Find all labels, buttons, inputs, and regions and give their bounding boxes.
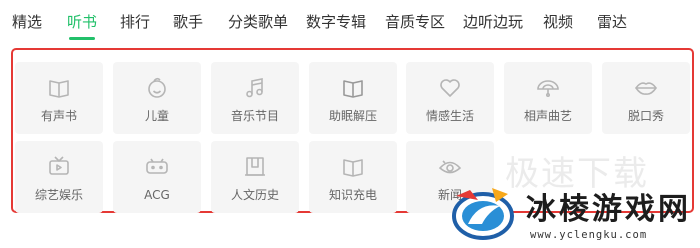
category-tile[interactable]: 情感生活 [406, 62, 494, 134]
gamepad-icon [145, 155, 169, 179]
watermark-logo [448, 184, 518, 244]
category-label: 相声曲艺 [523, 109, 572, 123]
category-tile[interactable]: ACG [113, 141, 201, 213]
watermark-brand-name: 冰棱游戏网 [526, 192, 691, 227]
category-label: 脱口秀 [627, 109, 664, 123]
nav-item-jingxuan[interactable]: 精选 [12, 13, 42, 31]
category-tile[interactable]: 助眠解压 [309, 62, 397, 134]
tv-icon [47, 155, 71, 179]
active-tab-indicator [69, 37, 95, 40]
nav-item-leida[interactable]: 雷达 [597, 13, 627, 31]
book-icon [341, 155, 365, 179]
nav-item-shipin[interactable]: 视频 [543, 13, 573, 31]
nav-item-tingshu[interactable]: 听书 [67, 13, 97, 31]
category-label: 有声书 [40, 109, 77, 123]
category-tile[interactable]: 儿童 [113, 62, 201, 134]
category-tile[interactable]: 有声书 [15, 62, 103, 134]
category-label: 助眠解压 [328, 109, 377, 123]
nav-item-fenlei-gedan[interactable]: 分类歌单 [228, 13, 288, 31]
nav-item-geshou[interactable]: 歌手 [173, 13, 203, 31]
category-tile[interactable]: 知识充电 [309, 141, 397, 213]
fan-icon [536, 76, 560, 100]
category-tile[interactable]: 相声曲艺 [504, 62, 592, 134]
watermark-background-text: 极速下载 [505, 154, 649, 194]
heart-icon [438, 76, 462, 100]
category-label: 综艺娱乐 [34, 188, 83, 202]
category-label: 情感生活 [425, 109, 474, 123]
category-label: 音乐节目 [230, 109, 279, 123]
music-note-icon [243, 76, 267, 100]
category-label: 儿童 [144, 109, 169, 123]
top-nav: 精选 听书 排行 歌手 分类歌单 数字专辑 音质专区 边听边玩 视频 雷达 [0, 0, 700, 48]
watermark-brand-url: www.yclengku.com [530, 229, 648, 241]
book-icon [47, 76, 71, 100]
category-tile[interactable]: 综艺娱乐 [15, 141, 103, 213]
building-icon [243, 155, 267, 179]
category-tile[interactable]: 脱口秀 [602, 62, 690, 134]
category-label: 知识充电 [328, 188, 377, 202]
category-label: 人文历史 [230, 188, 279, 202]
category-tile[interactable]: 音乐节目 [211, 62, 299, 134]
book-icon [341, 76, 365, 100]
lips-icon [634, 76, 658, 100]
nav-item-yinzhi-zhuanqu[interactable]: 音质专区 [385, 13, 445, 31]
nav-item-shuzi-zhuanji[interactable]: 数字专辑 [306, 13, 366, 31]
category-tile[interactable]: 人文历史 [211, 141, 299, 213]
child-face-icon [145, 76, 169, 100]
nav-item-bianting-bianwan[interactable]: 边听边玩 [463, 13, 523, 31]
category-label: ACG [144, 188, 170, 202]
eye-icon [438, 155, 462, 179]
nav-item-paihang[interactable]: 排行 [120, 13, 150, 31]
